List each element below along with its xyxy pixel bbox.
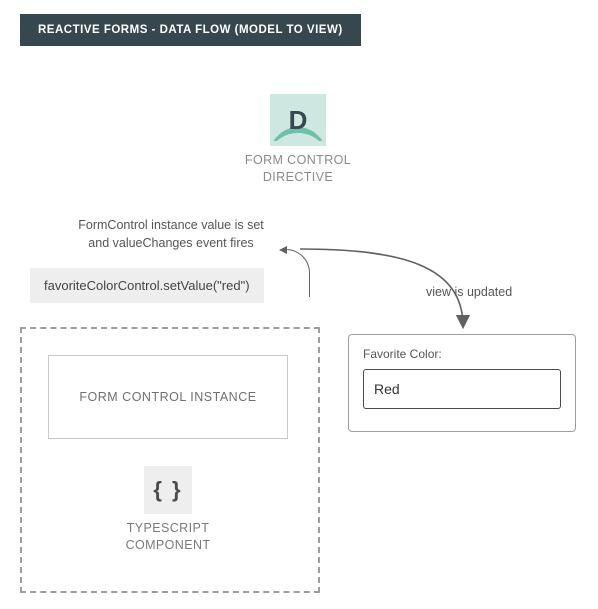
typescript-component-label: TYPESCRIPT COMPONENT xyxy=(100,520,236,554)
favorite-color-value: Red xyxy=(374,381,400,397)
code-to-flow-connector xyxy=(282,249,310,297)
directive-label-line2: DIRECTIVE xyxy=(230,169,366,186)
flow-description: FormControl instance value is set and va… xyxy=(56,217,286,252)
form-control-instance-box: FORM CONTROL INSTANCE xyxy=(48,355,288,439)
flow-description-line2: and valueChanges event fires xyxy=(56,235,286,253)
form-control-instance-label: FORM CONTROL INSTANCE xyxy=(79,390,256,404)
diagram-title: REACTIVE FORMS - DATA FLOW (MODEL TO VIE… xyxy=(20,14,361,46)
ts-label-line1: TYPESCRIPT xyxy=(100,520,236,537)
favorite-color-input[interactable]: Red xyxy=(363,369,561,409)
code-snippet: favoriteColorControl.setValue("red") xyxy=(30,268,264,303)
braces-icon: { } xyxy=(144,466,192,514)
flow-description-line1: FormControl instance value is set xyxy=(56,217,286,235)
directive-label: FORM CONTROL DIRECTIVE xyxy=(230,152,366,186)
view-panel: Favorite Color: Red xyxy=(348,334,576,432)
directive-icon-box: D xyxy=(270,94,326,146)
view-updated-label: view is updated xyxy=(426,285,512,299)
directive-label-line1: FORM CONTROL xyxy=(230,152,366,169)
directive-letter: D xyxy=(289,105,308,136)
ts-label-line2: COMPONENT xyxy=(100,537,236,554)
view-field-label: Favorite Color: xyxy=(363,347,561,361)
